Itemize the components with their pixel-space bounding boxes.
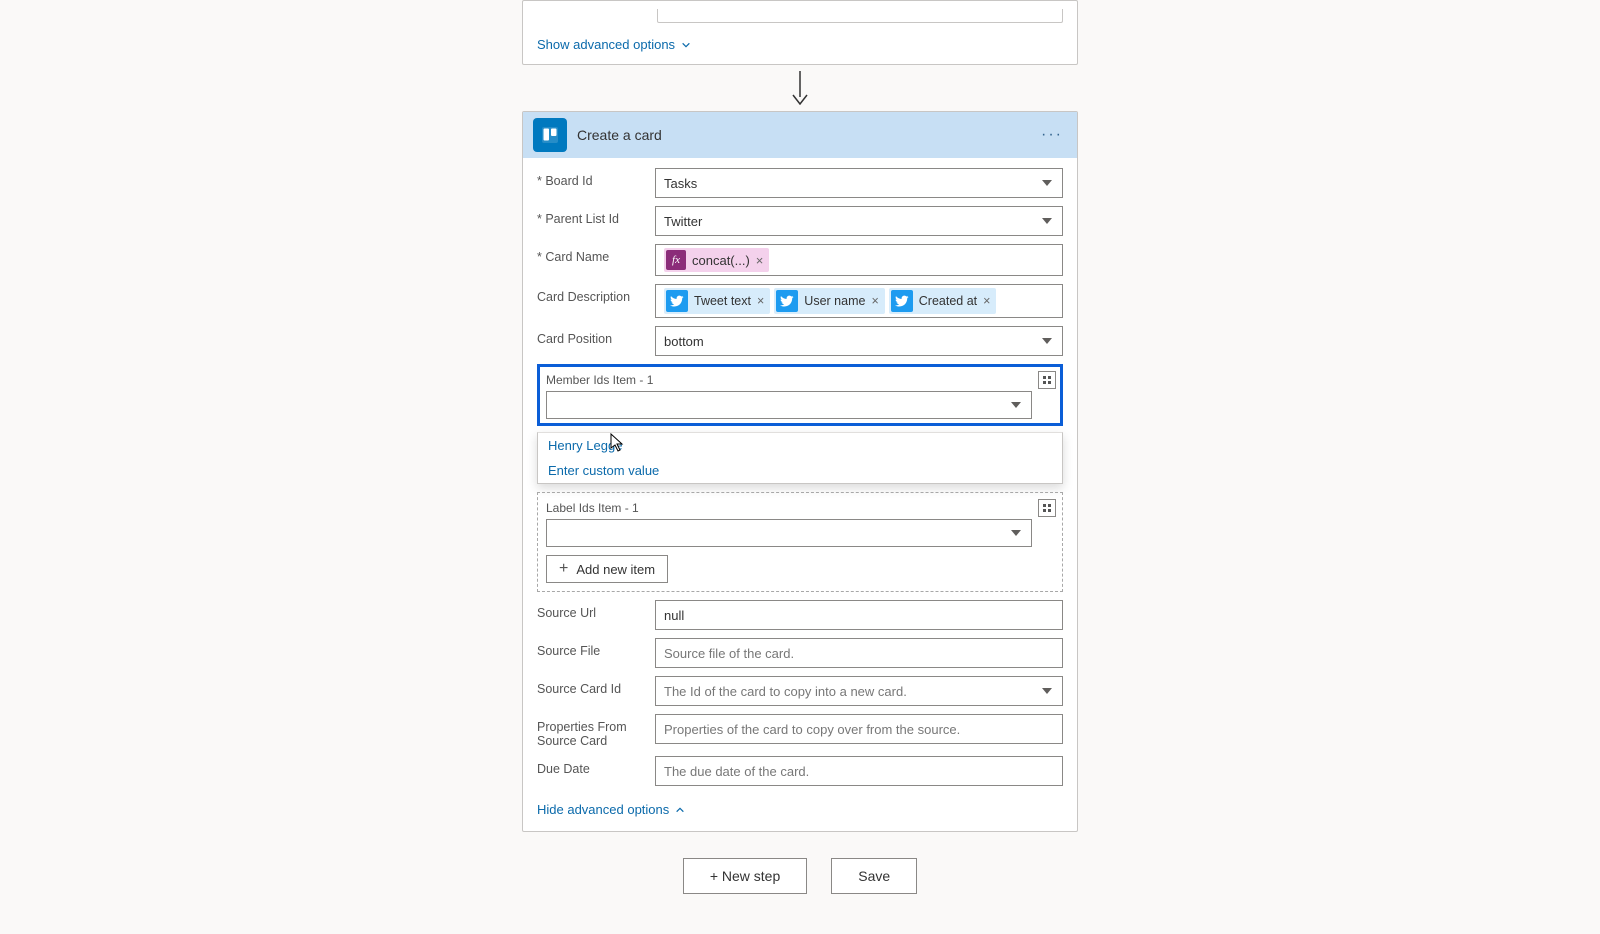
token-remove[interactable]: × (871, 294, 878, 308)
chevron-down-icon (681, 40, 691, 50)
hide-advanced-toggle[interactable]: Hide advanced options (537, 802, 685, 817)
label-due-date: Due Date (537, 756, 655, 776)
member-ids-dropdown: Henry Legge Enter custom value (537, 432, 1063, 484)
trigger-field-bottom (657, 9, 1063, 23)
input-label-ids[interactable] (546, 519, 1032, 547)
trello-icon (533, 118, 567, 152)
token-remove[interactable]: × (757, 294, 764, 308)
token-remove[interactable]: × (756, 253, 764, 268)
label-parent-list-id: Parent List Id (537, 206, 655, 226)
show-advanced-toggle[interactable]: Show advanced options (537, 37, 691, 52)
input-card-name[interactable]: fx concat(...) × (655, 244, 1063, 276)
token-remove[interactable]: × (983, 294, 990, 308)
input-due-date[interactable]: The due date of the card. (655, 756, 1063, 786)
token-created-at[interactable]: Created at × (889, 288, 997, 314)
add-new-item-button[interactable]: + Add new item (546, 555, 668, 583)
input-source-file[interactable]: Source file of the card. (655, 638, 1063, 668)
twitter-icon (891, 290, 913, 312)
action-body: Board Id Tasks Parent List Id Twitter Ca… (523, 158, 1077, 831)
twitter-icon (776, 290, 798, 312)
token-tweet-text[interactable]: Tweet text × (664, 288, 770, 314)
array-mode-toggle[interactable] (1038, 371, 1056, 389)
save-button[interactable]: Save (831, 858, 917, 894)
label-board-id: Board Id (537, 168, 655, 188)
label-card-position: Card Position (537, 326, 655, 346)
label-label-ids: Label Ids Item - 1 (546, 501, 1032, 515)
input-card-description[interactable]: Tweet text × User name × Created at × (655, 284, 1063, 318)
action-title: Create a card (577, 127, 662, 143)
action-header[interactable]: Create a card ··· (523, 112, 1077, 158)
label-card-description: Card Description (537, 284, 655, 304)
dropdown-option-henry[interactable]: Henry Legge (538, 433, 1062, 458)
input-board-id[interactable]: Tasks (655, 168, 1063, 198)
label-source-url: Source Url (537, 600, 655, 620)
input-source-url[interactable]: null (655, 600, 1063, 630)
label-card-name: Card Name (537, 244, 655, 264)
action-card-create-card: Create a card ··· Board Id Tasks Parent … (522, 111, 1078, 832)
plus-icon: + (559, 561, 568, 577)
footer-buttons: + New step Save (522, 858, 1078, 894)
chevron-up-icon (675, 805, 685, 815)
flow-connector (522, 71, 1078, 105)
token-user-name[interactable]: User name × (774, 288, 884, 314)
label-ids-group: Label Ids Item - 1 + Add new item (537, 492, 1063, 592)
input-source-card-id[interactable]: The Id of the card to copy into a new ca… (655, 676, 1063, 706)
action-menu-button[interactable]: ··· (1037, 126, 1067, 144)
member-ids-group: Member Ids Item - 1 (537, 364, 1063, 426)
input-props-from-source[interactable]: Properties of the card to copy over from… (655, 714, 1063, 744)
array-mode-toggle[interactable] (1038, 499, 1056, 517)
show-advanced-label: Show advanced options (537, 37, 675, 52)
arrow-down-icon (789, 71, 811, 105)
fx-icon: fx (666, 250, 686, 270)
twitter-icon (666, 290, 688, 312)
input-parent-list-id[interactable]: Twitter (655, 206, 1063, 236)
new-step-button[interactable]: + New step (683, 858, 807, 894)
input-card-position[interactable]: bottom (655, 326, 1063, 356)
token-concat[interactable]: fx concat(...) × (664, 248, 769, 272)
dropdown-option-custom[interactable]: Enter custom value (538, 458, 1062, 483)
input-member-ids[interactable] (546, 391, 1032, 419)
label-source-card-id: Source Card Id (537, 676, 655, 696)
label-member-ids: Member Ids Item - 1 (546, 373, 1032, 387)
label-source-file: Source File (537, 638, 655, 658)
trigger-card-bottom: Show advanced options (522, 0, 1078, 65)
label-props-from-source: Properties From Source Card (537, 714, 655, 748)
